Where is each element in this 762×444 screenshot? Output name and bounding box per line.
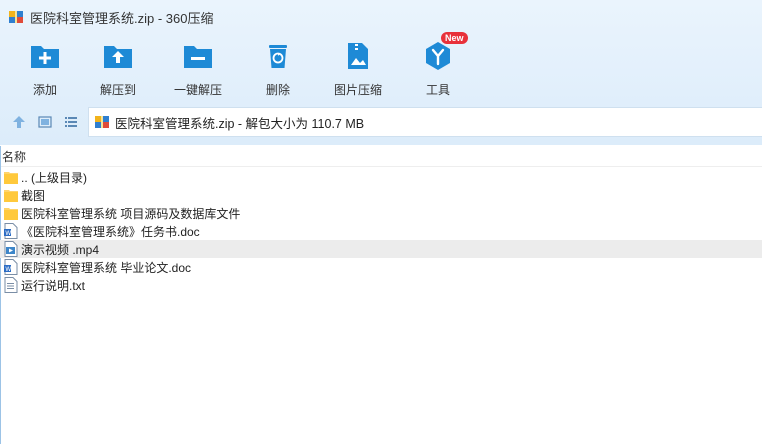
path-bar[interactable]: 医院科室管理系统.zip - 解包大小为 110.7 MB [88,107,762,137]
file-name: .. (上级目录) [21,170,87,185]
video-file-icon [4,241,18,257]
toolbar: 添加 解压到 一键解压 删除 图片压缩 New 工具 [12,32,478,100]
list-item-source-folder[interactable]: 医院科室管理系统 项目源码及数据库文件 [0,204,762,222]
file-name: 演示视频 .mp4 [21,242,100,257]
path-text: 医院科室管理系统.zip - 解包大小为 110.7 MB [115,116,365,131]
file-name: 运行说明.txt [21,278,86,293]
toolbar-image-compress-label: 图片压缩 [333,83,382,97]
list-item-task-doc[interactable]: W 《医院科室管理系统》任务书.doc [0,222,762,240]
one-click-extract-icon [182,40,214,72]
folder-icon [4,187,18,203]
list-view-button[interactable] [60,111,82,133]
extract-to-icon [102,40,134,72]
file-name: 截图 [21,188,46,203]
arrow-up-icon [13,116,25,128]
list-view-icon [65,117,77,127]
new-badge: New [441,32,468,44]
thumbnail-view-icon [38,116,52,128]
thumbnail-view-button[interactable] [34,111,56,133]
word-document-icon: W [4,223,18,239]
toolbar-one-click-extract-button[interactable]: 一键解压 [158,36,238,100]
toolbar-add-label: 添加 [32,83,57,97]
add-folder-icon [29,40,61,72]
file-name: 医院科室管理系统 毕业论文.doc [21,260,192,275]
image-compress-icon [342,40,374,72]
folder-icon [4,205,18,221]
list-item-screenshots-folder[interactable]: 截图 [0,186,762,204]
toolbar-tools-button[interactable]: New 工具 [398,32,478,100]
toolbar-image-compress-button[interactable]: 图片压缩 [318,36,398,100]
tools-icon [422,40,454,72]
toolbar-delete-label: 删除 [265,83,290,97]
zip-archive-icon [8,9,24,25]
title-bar: 医院科室管理系统.zip - 360压缩 [0,0,762,34]
file-name: 《医院科室管理系统》任务书.doc [21,224,200,239]
list-item-demo-video[interactable]: 演示视频 .mp4 [0,240,762,258]
list-item-parent-dir[interactable]: .. (上级目录) [0,168,762,186]
toolbar-tools-label: 工具 [425,83,450,97]
column-header-label: 名称 [2,149,27,164]
toolbar-add-button[interactable]: 添加 [12,36,78,100]
up-level-button[interactable] [8,111,30,133]
folder-icon [4,169,18,185]
file-list: .. (上级目录) 截图 医院科室管理系统 项目源码及数据库文件 W 《医院科室… [0,168,762,294]
list-item-thesis-doc[interactable]: W 医院科室管理系统 毕业论文.doc [0,258,762,276]
file-name: 医院科室管理系统 项目源码及数据库文件 [21,206,241,221]
delete-icon [262,40,294,72]
toolbar-delete-button[interactable]: 删除 [238,36,318,100]
text-file-icon [4,277,18,293]
word-document-icon: W [4,259,18,275]
svg-text:W: W [5,266,11,273]
column-header-name[interactable]: 名称 [0,146,762,167]
path-row: 医院科室管理系统.zip - 解包大小为 110.7 MB [0,106,762,138]
window-title: 医院科室管理系统.zip - 360压缩 [30,10,214,26]
toolbar-extract-to-button[interactable]: 解压到 [78,36,158,100]
header-area: 医院科室管理系统.zip - 360压缩 添加 解压到 一键解压 删除 图片压缩… [0,0,762,145]
toolbar-extract-to-label: 解压到 [99,83,136,97]
svg-text:W: W [5,230,11,237]
zip-archive-icon [94,114,110,130]
app-window: 医院科室管理系统.zip - 360压缩 添加 解压到 一键解压 删除 图片压缩… [0,0,762,444]
list-item-readme-txt[interactable]: 运行说明.txt [0,276,762,294]
toolbar-one-click-extract-label: 一键解压 [173,83,222,97]
